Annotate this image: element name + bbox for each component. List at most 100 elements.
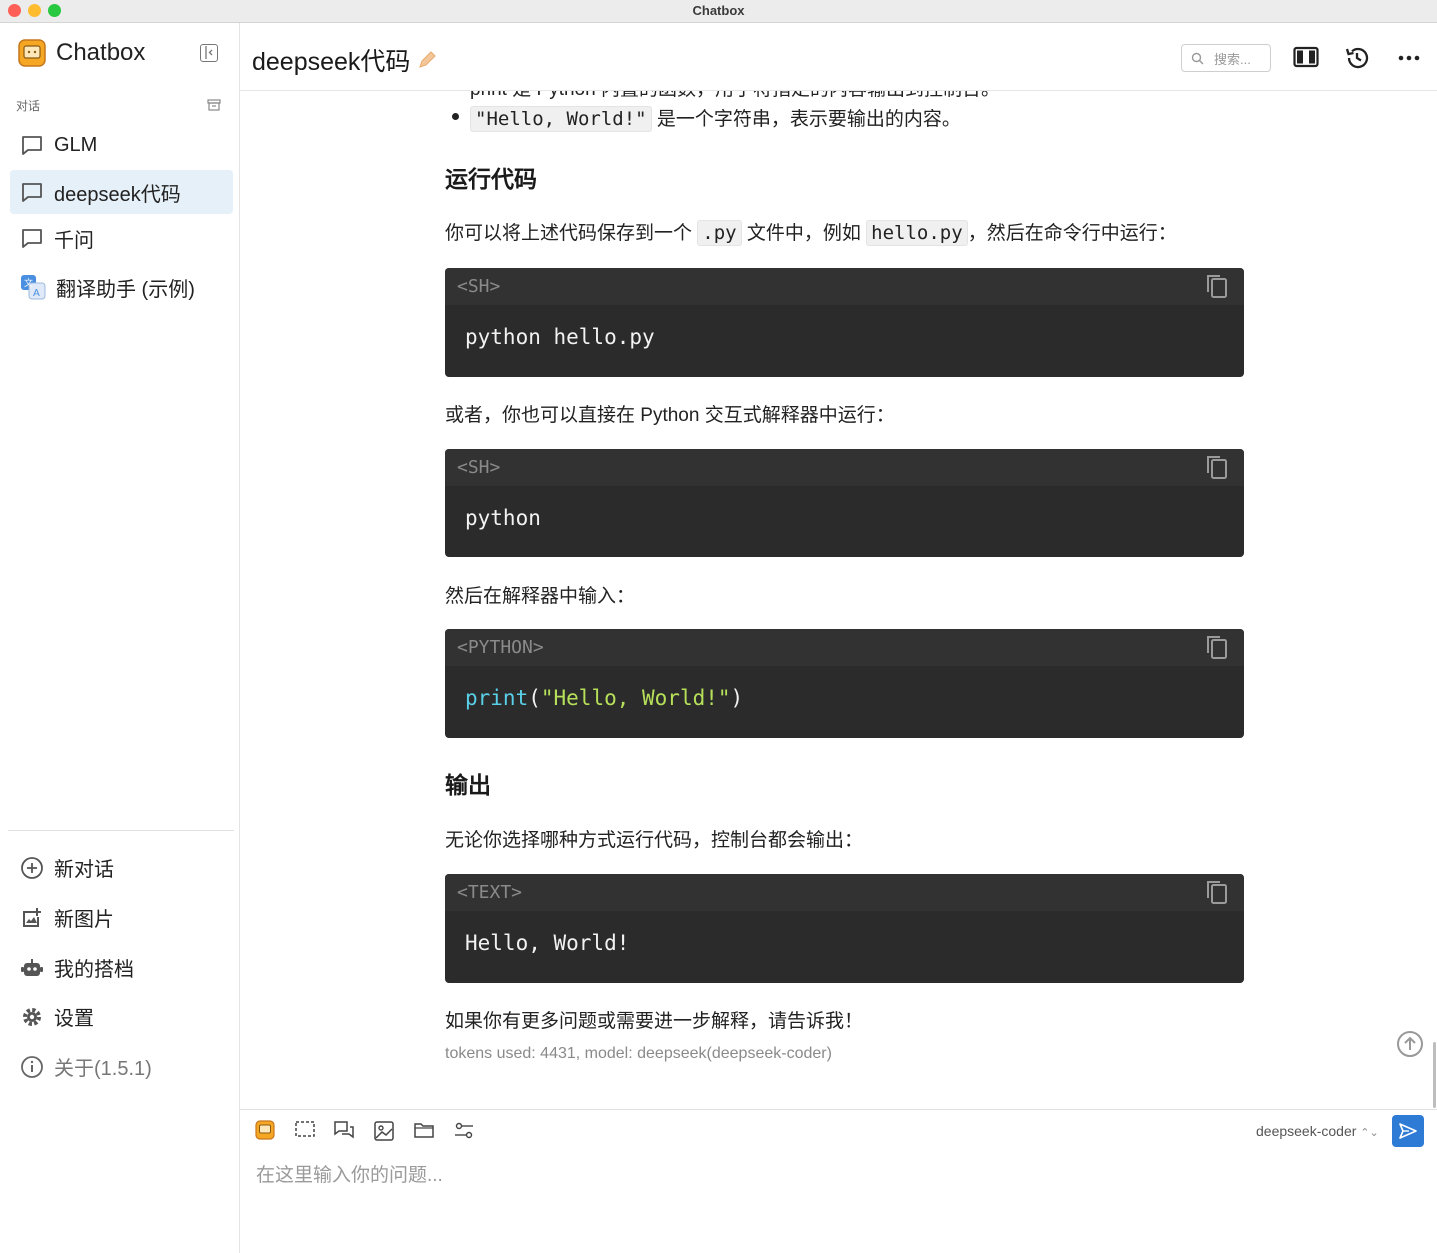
conversation-item-deepseek[interactable]: deepseek代码: [10, 170, 233, 214]
conversation-item-qianwen[interactable]: 千问: [10, 216, 233, 260]
sidebar-divider: [8, 830, 234, 831]
code-token-function: print: [465, 686, 529, 710]
heading-run-code: 运行代码: [445, 166, 537, 192]
svg-text:文: 文: [24, 277, 33, 289]
sidebar: Chatbox 对话 GLM deepseek代码 千问 文 A 翻译助手 (示…: [0, 23, 240, 1253]
section-label: 对话: [16, 99, 41, 113]
chatbox-logo-icon[interactable]: [255, 1120, 275, 1140]
inline-code: "Hello, World!": [470, 106, 652, 132]
folder-icon[interactable]: [413, 1120, 435, 1140]
chat-title[interactable]: deepseek代码: [252, 42, 438, 78]
send-button[interactable]: [1392, 1115, 1424, 1147]
inline-code: .py: [697, 220, 742, 246]
conversation-label: GLM: [54, 133, 98, 156]
list-item: "Hello, World!" 是一个字符串，表示要输出的内容。: [452, 104, 961, 132]
message-input[interactable]: [256, 1156, 1416, 1196]
search-input[interactable]: 搜索...: [1181, 44, 1271, 72]
bullet-dot: [452, 113, 459, 120]
scroll-to-top-button[interactable]: [1397, 1031, 1423, 1057]
nav-label: 我的搭档: [54, 959, 134, 981]
paragraph: 你可以将上述代码保存到一个 .py 文件中，例如 hello.py ，然后在命令行…: [445, 218, 1177, 246]
copy-icon[interactable]: [1204, 878, 1230, 906]
code-content: python: [465, 506, 541, 530]
search-icon: [1191, 52, 1204, 64]
chatbox-logo-icon: [18, 39, 46, 67]
paragraph-text: 文件中，例如: [741, 223, 867, 244]
image-upload-icon[interactable]: [373, 1120, 395, 1142]
chat-bubble-icon: [22, 183, 42, 202]
code-block: <SH> python: [445, 449, 1244, 557]
code-block: <PYTHON> print("Hello, World!"): [445, 629, 1244, 738]
chat-bubble-icon: [22, 229, 42, 248]
chat-header: deepseek代码 搜索...: [240, 23, 1437, 91]
code-content: python hello.py: [465, 325, 655, 349]
conversation-label: 翻译助手 (示例): [56, 278, 195, 301]
token-usage-info: tokens used: 4431, model: deepseek(deeps…: [445, 1045, 832, 1062]
screenshot-select-icon[interactable]: [294, 1120, 316, 1140]
conversation-item-glm[interactable]: GLM: [10, 123, 233, 167]
code-token-string: "Hello, World!": [540, 686, 731, 710]
code-language-label: <SH>: [445, 449, 1244, 486]
new-chat-button[interactable]: 新对话: [20, 853, 114, 882]
heading-output: 输出: [445, 772, 491, 798]
code-language-label: <PYTHON>: [445, 629, 1244, 666]
brand-name: Chatbox: [56, 39, 146, 66]
code-block: <SH> python hello.py: [445, 268, 1244, 377]
info-icon: [21, 1055, 43, 1078]
bullet-text: 是一个字符串，表示要输出的内容。: [651, 109, 961, 130]
chevron-up-down-icon: ⌃⌄: [1360, 1127, 1379, 1139]
new-image-button[interactable]: 新图片: [20, 903, 114, 932]
chat-bubble-icon: [22, 136, 42, 155]
add-image-icon: [23, 907, 41, 927]
code-content: Hello, World!: [465, 931, 630, 955]
nav-label: 新图片: [54, 909, 114, 931]
conversation-label: 千问: [54, 229, 94, 252]
translate-icon: 文 A: [21, 275, 46, 300]
robot-icon: [21, 958, 43, 976]
nav-label: 新对话: [54, 859, 114, 881]
paragraph: 无论你选择哪种方式运行代码，控制台都会输出：: [445, 830, 864, 851]
list-item: print 是 Python 内置的函数，用于将指定的内容输出到控制台。: [470, 91, 1000, 101]
history-icon[interactable]: [1344, 45, 1370, 71]
code-language-label: <TEXT>: [445, 874, 1244, 911]
composer: deepseek-coder ⌃⌄: [240, 1109, 1437, 1253]
paragraph: 然后在解释器中输入：: [445, 586, 636, 607]
code-token-paren: ): [730, 686, 744, 710]
gear-icon: [23, 1007, 41, 1026]
send-icon: [1399, 1123, 1417, 1139]
copy-icon[interactable]: [1204, 453, 1230, 481]
settings-sliders-icon[interactable]: [453, 1120, 475, 1142]
paragraph-text: 你可以将上述代码保存到一个: [445, 223, 698, 244]
my-partners-button[interactable]: 我的搭档: [20, 953, 134, 982]
conversation-label: deepseek代码: [54, 183, 181, 206]
code-content: print("Hello, World!"): [445, 666, 1244, 710]
copy-icon[interactable]: [1204, 633, 1230, 661]
model-name: deepseek-coder: [1256, 1123, 1357, 1139]
paragraph: 如果你有更多问题或需要进一步解释，请告诉我！: [445, 1011, 864, 1032]
window-titlebar: Chatbox: [0, 0, 1437, 23]
message-area: print 是 Python 内置的函数，用于将指定的内容输出到控制台。 "He…: [240, 91, 1437, 1109]
edit-pencil-icon[interactable]: [416, 49, 438, 71]
settings-button[interactable]: 设置: [20, 1002, 94, 1031]
bullet-partial-text: print 是 Python 内置的函数，用于将指定的内容输出到控制台。: [470, 91, 1000, 100]
nav-label: 关于(1.5.1): [54, 1058, 152, 1080]
about-button[interactable]: 关于(1.5.1): [20, 1052, 152, 1081]
copy-icon[interactable]: [1204, 272, 1230, 300]
more-options-icon[interactable]: [1397, 45, 1421, 71]
model-selector[interactable]: deepseek-coder ⌃⌄: [1256, 1123, 1379, 1139]
code-token-paren: (: [528, 686, 541, 710]
conversation-item-translator[interactable]: 文 A 翻译助手 (示例): [10, 265, 233, 309]
code-block: <TEXT> Hello, World!: [445, 874, 1244, 983]
paragraph-text: ，然后在命令行中运行：: [967, 223, 1177, 244]
arrow-up-icon: [1404, 1036, 1416, 1050]
code-language-label: <SH>: [445, 268, 1244, 305]
chat-title-text: deepseek代码: [252, 48, 411, 76]
scrollbar-thumb[interactable]: [1433, 1042, 1436, 1108]
collapse-sidebar-icon[interactable]: [200, 44, 218, 62]
split-view-icon[interactable]: [1293, 45, 1319, 69]
archive-icon[interactable]: [207, 98, 221, 112]
conversation-icon[interactable]: [333, 1120, 355, 1142]
paragraph: 或者，你也可以直接在 Python 交互式解释器中运行：: [445, 405, 895, 426]
brand: Chatbox: [18, 38, 145, 68]
window-title: Chatbox: [692, 3, 745, 18]
